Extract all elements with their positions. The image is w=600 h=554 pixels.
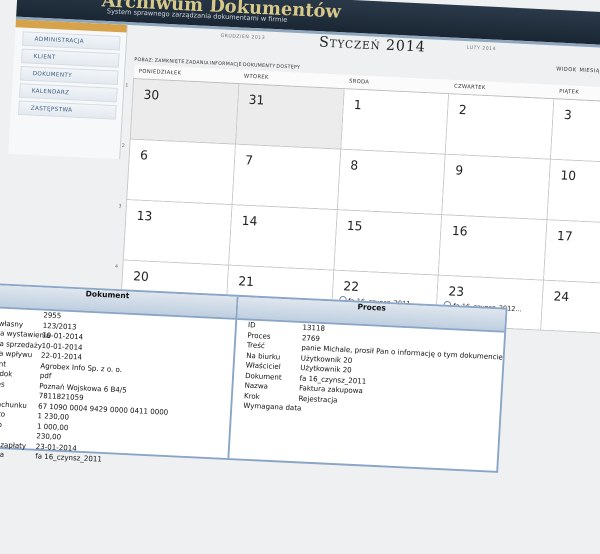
day-number: 23: [448, 284, 465, 300]
sidebar-item-klient[interactable]: Klient: [21, 48, 120, 68]
calendar-day-cell[interactable]: 31: [235, 83, 344, 150]
calendar-day-cell[interactable]: 17: [543, 219, 600, 286]
document-panel: Dokument ID2955Nr własny123/2013Data wys…: [0, 284, 239, 464]
month-title: Styczeń 2014: [318, 33, 427, 56]
legend-filter[interactable]: Zamknięte: [155, 58, 185, 65]
calendar-day-cell[interactable]: 14: [228, 204, 337, 271]
day-number: 17: [556, 229, 573, 245]
day-number: 30: [143, 88, 160, 104]
day-number: 8: [349, 158, 359, 174]
field-value: pdf: [39, 371, 52, 381]
calendar-day-cell[interactable]: 7: [231, 144, 341, 210]
day-number: 20: [132, 269, 150, 285]
field-value: fa 16_czynsz_2011: [35, 451, 103, 464]
sidebar-item-administracja[interactable]: Administracja: [22, 31, 121, 51]
sidebar-item-zastepstwa[interactable]: Zastępstwa: [18, 100, 117, 120]
next-month-link[interactable]: Luty 2014: [467, 45, 497, 52]
legend-filter[interactable]: Dokumenty: [243, 62, 276, 69]
week-number: 1: [125, 82, 129, 89]
calendar-day-cell[interactable]: 15: [333, 209, 443, 276]
detail-panels: Dokument ID2955Nr własny123/2013Data wys…: [0, 282, 508, 473]
week-number: 3: [118, 203, 122, 210]
legend-filter[interactable]: Zadania: [185, 59, 209, 66]
field-label: Wymagana data: [243, 401, 302, 413]
day-number: 31: [248, 93, 265, 109]
day-number: 24: [553, 289, 570, 305]
field-value: Rejestracja: [298, 393, 338, 405]
calendar-day-cell[interactable]: 1: [340, 88, 449, 155]
legend-label: Pobaz:: [134, 56, 154, 64]
day-number: 22: [342, 279, 360, 295]
day-number: 21: [237, 274, 255, 290]
calendar-day-cell[interactable]: 10: [547, 159, 600, 225]
week-number: 4: [114, 263, 119, 270]
process-panel: Proces ID 13118 Proces 2769 Treść panie Micha…: [229, 296, 506, 471]
sidebar-item-kalendarz[interactable]: Kalendarz: [19, 83, 118, 103]
sidebar-item-dokumenty[interactable]: Dokumenty: [20, 65, 119, 86]
calendar-day-cell[interactable]: 24: [540, 280, 600, 336]
calendar-day-cell[interactable]: 16: [438, 214, 548, 281]
day-number: 9: [454, 163, 464, 179]
calendar-day-cell[interactable]: 8: [336, 149, 446, 215]
sidebar: Administracja Klient Dokumenty Kalendarz Zas…: [8, 19, 128, 160]
calendar-day-cell[interactable]: 3: [550, 98, 600, 165]
day-number: 1: [353, 98, 362, 114]
calendar-day-cell[interactable]: 26: [122, 139, 236, 205]
view-switcher: WidokMiesiącTydzieńDzień: [553, 66, 600, 77]
calendar-day-cell[interactable]: 2: [445, 93, 555, 160]
day-number: 13: [136, 209, 153, 225]
view-label: Widok: [555, 66, 577, 74]
app-window: Archiwum Dokumentów System sprawnego zar…: [0, 0, 600, 554]
day-number: 16: [451, 224, 468, 240]
calendar-day-cell[interactable]: 9: [442, 154, 551, 220]
day-number: 15: [346, 219, 363, 235]
prev-month-link[interactable]: Grudzień 2013: [220, 33, 265, 41]
day-number: 3: [563, 108, 573, 124]
week-number: 2: [121, 143, 125, 149]
legend-filter[interactable]: Informacje: [210, 61, 243, 68]
calendar-day-cell[interactable]: 1 30: [125, 78, 239, 145]
day-number: 14: [241, 214, 258, 230]
field-label: Nazwa: [0, 449, 5, 459]
day-number: 2: [458, 103, 468, 119]
day-number: 6: [139, 148, 149, 164]
day-number: 7: [244, 153, 254, 169]
view-option[interactable]: Miesiąc: [579, 68, 600, 75]
calendar-day-cell[interactable]: 3 13: [118, 199, 232, 266]
day-number: 10: [560, 168, 577, 184]
legend-filter[interactable]: Dostępy: [276, 64, 300, 71]
